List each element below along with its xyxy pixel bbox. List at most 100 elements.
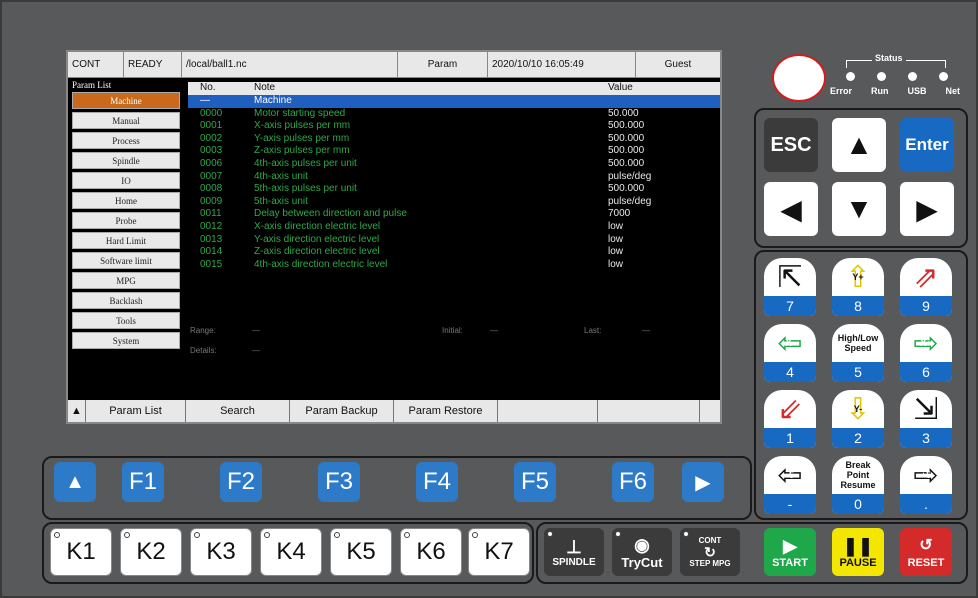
softkey-param-backup[interactable]: Param Backup xyxy=(290,400,394,422)
numpad-key-2[interactable]: ⇩ Y- 2 xyxy=(832,390,884,448)
sidebar-item-spindle[interactable]: Spindle xyxy=(72,152,180,169)
k1-button[interactable]: K1 xyxy=(50,528,112,576)
k2-button[interactable]: K2 xyxy=(120,528,182,576)
sidebar-item-manual[interactable]: Manual xyxy=(72,112,180,129)
key-label: X+ xyxy=(920,338,932,348)
numpad-key-4[interactable]: ⇦ X- 4 xyxy=(764,324,816,382)
sidebar-item-home[interactable]: Home xyxy=(72,192,180,209)
cell-value: 500.000 xyxy=(608,157,645,169)
f2-button[interactable]: F2 xyxy=(220,462,262,502)
table-row[interactable]: 0015 4th-axis direction electric level low xyxy=(188,259,720,272)
numpad-key-5[interactable]: High/Low Speed 5 xyxy=(832,324,884,382)
run-led xyxy=(877,72,886,81)
status-title: Status xyxy=(872,53,906,63)
reset-icon: ↺ xyxy=(919,537,933,554)
numpad-key-1[interactable]: ⇙ 1 xyxy=(764,390,816,448)
numpad-key-0[interactable]: Break Point Resume 0 xyxy=(832,456,884,514)
f4-button[interactable]: F4 xyxy=(416,462,458,502)
spindle-button[interactable]: ⊥ SPINDLE xyxy=(544,528,604,576)
softkey-param-list[interactable]: Param List xyxy=(86,400,186,422)
last-label: Last: xyxy=(584,326,602,335)
f5-button[interactable]: F5 xyxy=(514,462,556,502)
numpad-key-6[interactable]: ⇨ X+ 6 xyxy=(900,324,952,382)
table-header: No. Note Value xyxy=(188,82,720,95)
sidebar-item-io[interactable]: IO xyxy=(72,172,180,189)
sidebar-item-process[interactable]: Process xyxy=(72,132,180,149)
table-row[interactable]: 0007 4th-axis unit pulse/deg xyxy=(188,171,720,184)
sidebar-item-software-limit[interactable]: Software limit xyxy=(72,252,180,269)
softkey-param-restore[interactable]: Param Restore xyxy=(394,400,498,422)
start-button[interactable]: ▶ START xyxy=(764,528,816,576)
net-led xyxy=(939,72,948,81)
table-row[interactable]: 0013 Y-axis direction electric level low xyxy=(188,234,720,247)
sidebar-item-tools[interactable]: Tools xyxy=(72,312,180,329)
cell-no: 0013 xyxy=(200,233,223,245)
sidebar-item-system[interactable]: System xyxy=(72,332,180,349)
table-row[interactable]: — Machine xyxy=(188,95,720,108)
usb-label: USB xyxy=(907,86,927,96)
table-row[interactable]: 0009 5th-axis unit pulse/deg xyxy=(188,196,720,209)
table-row[interactable]: 0012 X-axis direction electric level low xyxy=(188,221,720,234)
run-label: Run xyxy=(871,86,889,96)
emergency-stop-button[interactable] xyxy=(772,54,826,102)
key-label: -5 xyxy=(785,470,794,480)
table-row[interactable]: 0001 X-axis pulses per mm 500.000 xyxy=(188,120,720,133)
numpad-key-3[interactable]: ⇲ 3 xyxy=(900,390,952,448)
param-category-list: Param List Machine Manual Process Spindl… xyxy=(68,78,186,400)
k4-button[interactable]: K4 xyxy=(260,528,322,576)
x-minus-arrow-icon: ⇦ X- xyxy=(777,326,803,360)
arrow-up-button[interactable]: ▲ xyxy=(832,118,886,172)
enter-button[interactable]: Enter xyxy=(900,118,954,172)
softkey-search[interactable]: Search xyxy=(186,400,290,422)
table-row[interactable]: 0002 Y-axis pulses per mm 500.000 xyxy=(188,133,720,146)
numpad-key-minus[interactable]: ⇦ -5- xyxy=(764,456,816,514)
k6-button[interactable]: K6 xyxy=(400,528,462,576)
cell-note: X-axis direction electric level xyxy=(254,220,381,232)
sidebar-item-probe[interactable]: Probe xyxy=(72,212,180,229)
reset-button[interactable]: ↺ RESET xyxy=(900,528,952,576)
numpad-key-8[interactable]: ⇧ Y+ 8 xyxy=(832,258,884,316)
arrow-down-button[interactable]: ▼ xyxy=(832,182,886,236)
table-row[interactable]: 0000 Motor starting speed 50.000 xyxy=(188,108,720,121)
cell-value: low xyxy=(608,258,624,270)
fkey-prev-button[interactable]: ▲ xyxy=(54,462,96,502)
cell-no: 0012 xyxy=(200,220,223,232)
esc-button[interactable]: ESC xyxy=(764,118,818,172)
sidebar-item-hard-limit[interactable]: Hard Limit xyxy=(72,232,180,249)
k7-button[interactable]: K7 xyxy=(468,528,530,576)
table-row[interactable]: 0011 Delay between direction and pulse 700… xyxy=(188,208,720,221)
numpad-key-7[interactable]: ⇱ 7 xyxy=(764,258,816,316)
table-row[interactable]: 0014 Z-axis direction electric level low xyxy=(188,246,720,259)
f1-button[interactable]: F1 xyxy=(122,462,164,502)
k5-button[interactable]: K5 xyxy=(330,528,392,576)
softkey-empty-3[interactable] xyxy=(700,400,720,422)
sidebar-item-machine[interactable]: Machine xyxy=(72,92,180,109)
net-label: Net xyxy=(945,86,960,96)
pause-button[interactable]: ❚❚ PAUSE xyxy=(832,528,884,576)
softkey-up[interactable]: ▲ xyxy=(68,400,86,422)
arrow-right-button[interactable]: ▶ xyxy=(900,182,954,236)
fkey-next-button[interactable]: ▶ xyxy=(682,462,724,502)
param-details: Range: — Initial: — Last: — Details: — xyxy=(188,320,720,400)
table-row[interactable]: 0006 4th-axis pulses per unit 500.000 xyxy=(188,158,720,171)
sidebar-item-mpg[interactable]: MPG xyxy=(72,272,180,289)
arrow-left-button[interactable]: ◀ xyxy=(764,182,818,236)
softkey-empty-2[interactable] xyxy=(598,400,700,422)
table-row[interactable]: 0003 Z-axis pulses per mm 500.000 xyxy=(188,145,720,158)
numpad-key-dot[interactable]: ⇨ +5. xyxy=(900,456,952,514)
cell-value xyxy=(608,95,720,108)
numpad-key-9[interactable]: ⇗ 9 xyxy=(900,258,952,316)
trycut-button[interactable]: ◉ TryCut xyxy=(612,528,672,576)
softkey-empty-1[interactable] xyxy=(498,400,598,422)
a-minus-arrow-icon: ⇦ -5 xyxy=(777,458,803,492)
cell-note: Machine xyxy=(254,95,292,106)
f3-button[interactable]: F3 xyxy=(318,462,360,502)
step-mpg-button[interactable]: CONT ↻ STEP MPG xyxy=(680,528,740,576)
table-row[interactable]: 0008 5th-axis pulses per unit 500.000 xyxy=(188,183,720,196)
key-label: High/Low Speed xyxy=(837,333,879,353)
cell-no: 0014 xyxy=(200,246,223,258)
f6-button[interactable]: F6 xyxy=(612,462,654,502)
k3-button[interactable]: K3 xyxy=(190,528,252,576)
sidebar-item-backlash[interactable]: Backlash xyxy=(72,292,180,309)
param-table: No. Note Value — Machine 0000 Motor startin… xyxy=(188,82,720,314)
